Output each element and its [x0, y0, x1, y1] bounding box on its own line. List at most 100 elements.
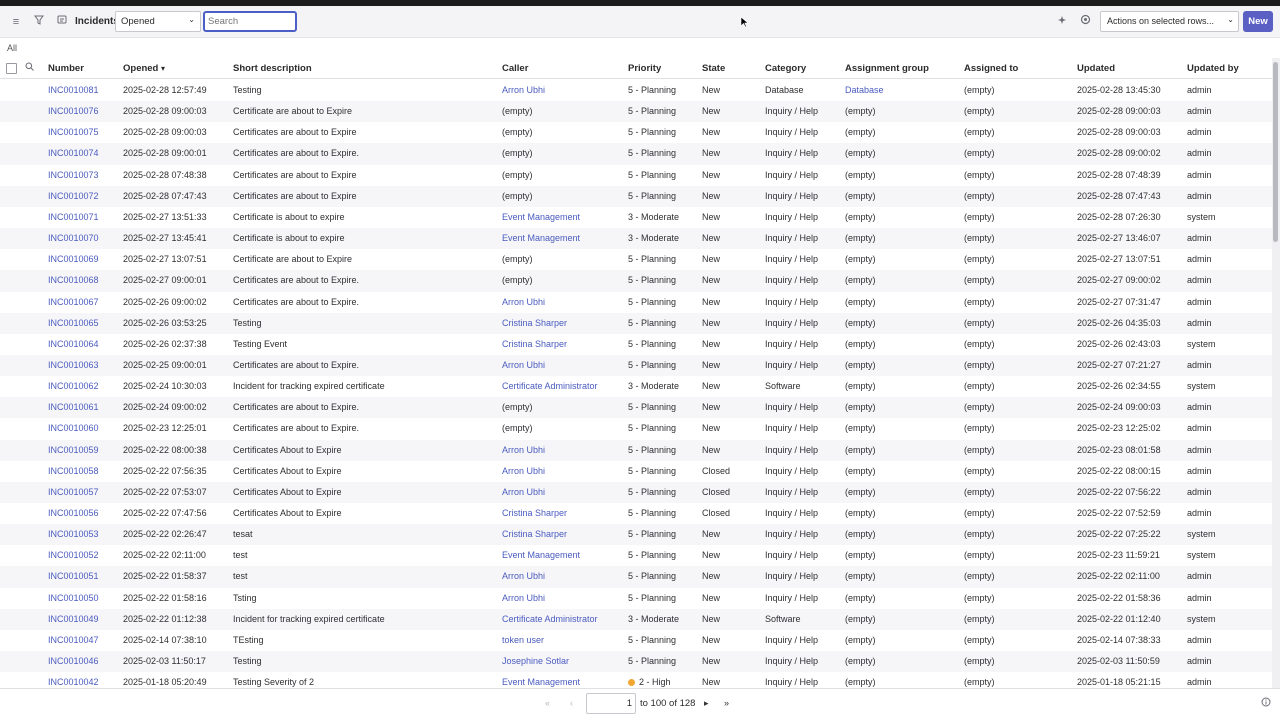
table-row[interactable]: INC0010069 2025-02-27 13:07:51 Certificate…: [0, 249, 1272, 270]
list-icon[interactable]: [54, 14, 70, 30]
cell-number[interactable]: INC0010052: [48, 550, 99, 560]
cell-number[interactable]: INC0010067: [48, 297, 99, 307]
cell-caller[interactable]: Arron Ubhi: [502, 445, 545, 455]
menu-icon[interactable]: ≡: [8, 14, 24, 30]
table-row[interactable]: INC0010049 2025-02-22 01:12:38 Incident fo…: [0, 608, 1272, 630]
next-page-icon[interactable]: ▸: [704, 698, 709, 709]
table-row[interactable]: INC0010065 2025-02-26 03:53:25 Testing Cris…: [0, 312, 1272, 334]
cell-number[interactable]: INC0010081: [48, 85, 99, 95]
cell-caller[interactable]: Certificate Administrator: [502, 381, 598, 391]
cell-number[interactable]: INC0010047: [48, 635, 99, 645]
cell-number[interactable]: INC0010073: [48, 170, 99, 180]
gear-icon[interactable]: [1077, 14, 1093, 30]
filter-icon[interactable]: [31, 14, 47, 30]
cell-caller[interactable]: Josephine Sotlar: [502, 656, 569, 666]
column-header-updated[interactable]: Updated: [1077, 63, 1115, 74]
search-icon[interactable]: [25, 62, 34, 73]
table-row[interactable]: INC0010062 2025-02-24 10:30:03 Incident fo…: [0, 376, 1272, 397]
cell-number[interactable]: INC0010049: [48, 614, 99, 624]
cell-assignment-group[interactable]: Database: [845, 85, 884, 95]
cell-caller[interactable]: Cristina Sharper: [502, 508, 567, 518]
column-header-short-description[interactable]: Short description: [233, 63, 312, 74]
column-header-updated-by[interactable]: Updated by: [1187, 63, 1239, 74]
column-header-priority[interactable]: Priority: [628, 63, 661, 74]
table-row[interactable]: INC0010064 2025-02-26 02:37:38 Testing Eve…: [0, 334, 1272, 355]
cell-number[interactable]: INC0010060: [48, 423, 99, 433]
cell-number[interactable]: INC0010076: [48, 106, 99, 116]
table-row[interactable]: INC0010047 2025-02-14 07:38:10 TEsting toke…: [0, 630, 1272, 651]
cell-caller[interactable]: Arron Ubhi: [502, 360, 545, 370]
cell-number[interactable]: INC0010062: [48, 381, 99, 391]
column-header-caller[interactable]: Caller: [502, 63, 528, 74]
cell-number[interactable]: INC0010057: [48, 487, 99, 497]
cell-number[interactable]: INC0010071: [48, 212, 99, 222]
cell-number[interactable]: INC0010068: [48, 275, 99, 285]
search-input[interactable]: [203, 11, 297, 32]
cell-number[interactable]: INC0010051: [48, 571, 99, 581]
table-row[interactable]: INC0010042 2025-01-18 05:20:49 Testing Sev…: [0, 672, 1272, 688]
table-row[interactable]: INC0010059 2025-02-22 08:00:38 Certificate…: [0, 439, 1272, 461]
table-row[interactable]: INC0010071 2025-02-27 13:51:33 Certificate…: [0, 207, 1272, 228]
cell-number[interactable]: INC0010059: [48, 445, 99, 455]
cell-caller[interactable]: Arron Ubhi: [502, 85, 545, 95]
table-row[interactable]: INC0010073 2025-02-28 07:48:38 Certificate…: [0, 165, 1272, 186]
cell-caller[interactable]: Event Management: [502, 212, 580, 222]
cell-number[interactable]: INC0010074: [48, 148, 99, 158]
cell-caller[interactable]: Event Management: [502, 233, 580, 243]
column-header-category[interactable]: Category: [765, 63, 806, 74]
column-header-assigned-to[interactable]: Assigned to: [964, 63, 1018, 74]
cell-caller[interactable]: Arron Ubhi: [502, 297, 545, 307]
cell-caller[interactable]: Cristina Sharper: [502, 529, 567, 539]
table-row[interactable]: INC0010061 2025-02-24 09:00:02 Certificate…: [0, 397, 1272, 419]
cell-number[interactable]: INC0010056: [48, 508, 99, 518]
table-row[interactable]: INC0010050 2025-02-22 01:58:16 Tsting Arron…: [0, 588, 1272, 609]
new-button[interactable]: New: [1243, 11, 1273, 32]
cell-number[interactable]: INC0010064: [48, 339, 99, 349]
cell-number[interactable]: INC0010065: [48, 318, 99, 328]
scrollbar-thumb[interactable]: [1273, 62, 1278, 242]
table-row[interactable]: INC0010057 2025-02-22 07:53:07 Certificate…: [0, 481, 1272, 504]
actions-select[interactable]: Actions on selected rows... ⌄: [1100, 11, 1239, 32]
cell-caller[interactable]: Event Management: [502, 677, 580, 687]
table-row[interactable]: INC0010052 2025-02-22 02:11:00 test Event M…: [0, 545, 1272, 566]
previous-page-icon[interactable]: ‹: [570, 698, 573, 708]
cell-number[interactable]: INC0010072: [48, 191, 99, 201]
breadcrumb[interactable]: All: [7, 43, 17, 53]
cell-number[interactable]: INC0010063: [48, 360, 99, 370]
table-row[interactable]: INC0010074 2025-02-28 09:00:01 Certificate…: [0, 143, 1272, 165]
table-row[interactable]: INC0010070 2025-02-27 13:45:41 Certificate…: [0, 228, 1272, 250]
vertical-scrollbar[interactable]: [1272, 58, 1280, 688]
info-icon[interactable]: [1261, 697, 1271, 710]
last-page-icon[interactable]: »: [724, 698, 729, 708]
cell-number[interactable]: INC0010053: [48, 529, 99, 539]
column-header-opened[interactable]: Opened ▾: [123, 63, 165, 74]
cell-number[interactable]: INC0010050: [48, 593, 99, 603]
cell-caller[interactable]: Arron Ubhi: [502, 593, 545, 603]
table-row[interactable]: INC0010060 2025-02-23 12:25:01 Certificate…: [0, 418, 1272, 439]
pin-icon[interactable]: [1054, 14, 1070, 30]
table-row[interactable]: INC0010067 2025-02-26 09:00:02 Certificate…: [0, 292, 1272, 313]
page-number-input[interactable]: 1: [586, 693, 636, 714]
cell-caller[interactable]: Certificate Administrator: [502, 614, 598, 624]
table-row[interactable]: INC0010068 2025-02-27 09:00:01 Certificate…: [0, 270, 1272, 292]
column-header-number[interactable]: Number: [48, 63, 84, 74]
cell-caller[interactable]: Cristina Sharper: [502, 339, 567, 349]
cell-caller[interactable]: Cristina Sharper: [502, 318, 567, 328]
table-row[interactable]: INC0010076 2025-02-28 09:00:03 Certificate…: [0, 101, 1272, 123]
cell-number[interactable]: INC0010061: [48, 402, 99, 412]
first-page-icon[interactable]: «: [545, 698, 550, 708]
cell-caller[interactable]: token user: [502, 635, 544, 645]
cell-number[interactable]: INC0010069: [48, 254, 99, 264]
column-header-state[interactable]: State: [702, 63, 725, 74]
table-row[interactable]: INC0010046 2025-02-03 11:50:17 Testing Jose…: [0, 651, 1272, 673]
cell-number[interactable]: INC0010058: [48, 466, 99, 476]
cell-number[interactable]: INC0010046: [48, 656, 99, 666]
column-header-assignment-group[interactable]: Assignment group: [845, 63, 929, 74]
table-row[interactable]: INC0010053 2025-02-22 02:26:47 tesat Cristi…: [0, 524, 1272, 546]
table-row[interactable]: INC0010058 2025-02-22 07:56:35 Certificate…: [0, 461, 1272, 482]
table-row[interactable]: INC0010075 2025-02-28 09:00:03 Certificate…: [0, 122, 1272, 143]
table-row[interactable]: INC0010056 2025-02-22 07:47:56 Certificate…: [0, 503, 1272, 524]
table-row[interactable]: INC0010051 2025-02-22 01:58:37 test Arron U…: [0, 566, 1272, 588]
select-all-checkbox[interactable]: [6, 63, 17, 74]
cell-number[interactable]: INC0010042: [48, 677, 99, 687]
